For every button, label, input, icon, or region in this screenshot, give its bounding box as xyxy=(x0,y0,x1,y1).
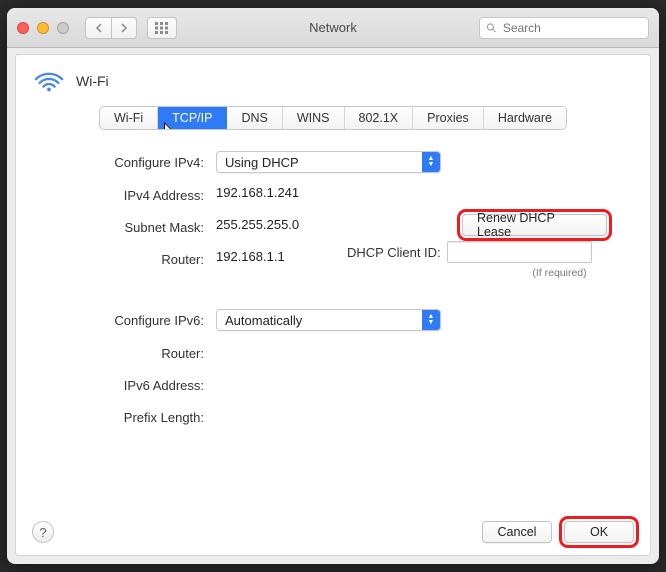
updown-arrows-icon: ▲▼ xyxy=(422,152,440,172)
ok-button-label: OK xyxy=(590,525,608,539)
configure-ipv4-select[interactable]: Using DHCP ▲▼ xyxy=(216,151,441,173)
dhcp-client-id-label: DHCP Client ID: xyxy=(347,245,441,260)
forward-button[interactable] xyxy=(111,17,137,39)
dhcp-client-id-required: (If required) xyxy=(487,267,632,279)
renew-dhcp-lease-label: Renew DHCP Lease xyxy=(477,211,592,239)
grid-icon xyxy=(155,22,169,34)
subnet-mask-label: Subnet Mask: xyxy=(34,220,204,235)
tab-proxies[interactable]: Proxies xyxy=(413,107,484,129)
dhcp-client-id-input[interactable] xyxy=(447,241,592,263)
router-v6-label: Router: xyxy=(34,346,204,361)
close-window-button[interactable] xyxy=(17,22,29,34)
configure-ipv4-label: Configure IPv4: xyxy=(34,155,204,170)
window-controls xyxy=(17,22,69,34)
ipv4-address-value: 192.168.1.241 xyxy=(216,185,632,205)
minimize-window-button[interactable] xyxy=(37,22,49,34)
titlebar: Network xyxy=(7,8,659,48)
zoom-window-button[interactable] xyxy=(57,22,69,34)
back-button[interactable] xyxy=(85,17,111,39)
wifi-icon xyxy=(34,69,64,93)
sheet-footer: ? Cancel OK xyxy=(16,509,650,555)
interface-name: Wi-Fi xyxy=(76,73,109,89)
configure-ipv6-label: Configure IPv6: xyxy=(34,313,204,328)
router-v6-value xyxy=(216,343,632,363)
search-icon xyxy=(486,22,497,34)
chevron-left-icon xyxy=(95,23,103,33)
help-icon: ? xyxy=(39,525,46,540)
settings-sheet: Wi-Fi Wi-Fi TCP/IP DNS WINS 802.1X Proxi… xyxy=(15,54,651,556)
search-input[interactable] xyxy=(501,20,642,36)
tab-hardware[interactable]: Hardware xyxy=(484,107,566,129)
tab-tcpip[interactable]: TCP/IP xyxy=(158,107,227,129)
dhcp-client-id-slot: DHCP Client ID: (If required) xyxy=(462,241,632,279)
tab-tcpip-label: TCP/IP xyxy=(172,111,212,125)
cancel-button[interactable]: Cancel xyxy=(482,521,552,543)
tab-wifi[interactable]: Wi-Fi xyxy=(100,107,158,129)
tcpip-form: Configure IPv4: Using DHCP ▲▼ IPv4 Addre… xyxy=(34,151,632,427)
updown-arrows-icon: ▲▼ xyxy=(422,310,440,330)
settings-tabs: Wi-Fi TCP/IP DNS WINS 802.1X Proxies Har… xyxy=(34,107,632,129)
search-field[interactable] xyxy=(479,17,649,39)
ok-button[interactable]: OK xyxy=(564,521,634,543)
chevron-right-icon xyxy=(120,23,128,33)
tab-dns[interactable]: DNS xyxy=(227,107,282,129)
tab-wins[interactable]: WINS xyxy=(283,107,345,129)
prefix-length-value xyxy=(216,407,632,427)
ipv6-address-value xyxy=(216,375,632,395)
router-v4-label: Router: xyxy=(34,252,204,267)
nav-buttons xyxy=(85,17,137,39)
show-all-button[interactable] xyxy=(147,17,177,39)
tab-dot1x[interactable]: 802.1X xyxy=(345,107,414,129)
configure-ipv6-select[interactable]: Automatically ▲▼ xyxy=(216,309,441,331)
configure-ipv6-value: Automatically xyxy=(225,313,302,328)
ipv6-address-label: IPv6 Address: xyxy=(34,378,204,393)
renew-dhcp-slot: Renew DHCP Lease xyxy=(462,210,632,236)
help-button[interactable]: ? xyxy=(32,521,54,543)
renew-dhcp-lease-button[interactable]: Renew DHCP Lease xyxy=(462,214,607,236)
network-preferences-window: Network Wi-Fi Wi-Fi TCP/IP xyxy=(7,8,659,564)
configure-ipv4-value: Using DHCP xyxy=(225,155,299,170)
prefix-length-label: Prefix Length: xyxy=(34,410,204,425)
interface-header: Wi-Fi xyxy=(34,69,632,93)
cancel-button-label: Cancel xyxy=(498,525,537,539)
ipv4-address-label: IPv4 Address: xyxy=(34,188,204,203)
